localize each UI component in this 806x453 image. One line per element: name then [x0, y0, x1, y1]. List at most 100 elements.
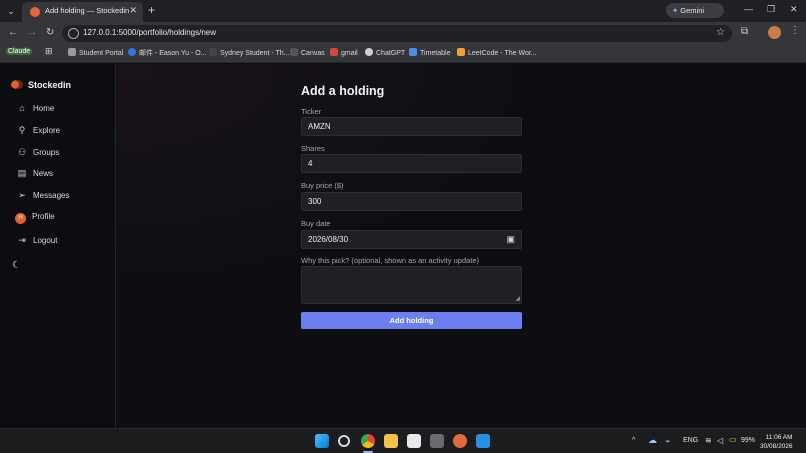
- avatar: H: [15, 213, 26, 224]
- tab-title: Add holding — Stockedin: [45, 6, 130, 15]
- bookmark-gmail[interactable]: gmail: [330, 48, 358, 57]
- browser-tab-active[interactable]: Add holding — Stockedin ✕: [22, 2, 143, 22]
- moon-icon[interactable]: ☾: [12, 260, 21, 271]
- windows-start-icon[interactable]: [315, 434, 329, 448]
- resize-grip-icon[interactable]: ◢: [515, 295, 520, 302]
- bookmark-sydney-student[interactable]: Sydney Student - Th...: [209, 48, 290, 57]
- shares-label: Shares: [301, 144, 325, 153]
- file-explorer-icon[interactable]: [384, 434, 398, 448]
- sidebar-item-profile[interactable]: H Profile: [15, 212, 55, 226]
- sidebar-item-home[interactable]: ⌂ Home: [16, 103, 54, 117]
- users-icon: ⚇: [17, 147, 27, 157]
- add-holding-button[interactable]: Add holding: [301, 312, 522, 329]
- search-icon[interactable]: [338, 435, 350, 447]
- chevron-up-icon[interactable]: ^: [632, 437, 635, 444]
- gmail-icon: [330, 48, 338, 56]
- chrome-profile-avatar[interactable]: [768, 26, 781, 39]
- sidebar-item-label: Profile: [32, 212, 55, 221]
- close-window-icon[interactable]: ✕: [790, 4, 798, 15]
- new-tab-button[interactable]: +: [148, 3, 155, 17]
- calendar-icon[interactable]: ▣: [506, 234, 515, 245]
- timetable-icon: [409, 48, 417, 56]
- gemini-label: Gemini: [680, 6, 705, 15]
- bookmark-label: LeetCode - The Wor...: [468, 50, 537, 57]
- bookmark-claude[interactable]: Claude: [6, 48, 33, 55]
- browser-tab-strip: ⌄ Add holding — Stockedin ✕ + ✦ Gemini — …: [0, 0, 806, 22]
- url-text[interactable]: 127.0.0.1:5000/portfolio/holdings/new: [83, 28, 216, 37]
- buy-price-value: 300: [308, 197, 322, 206]
- restore-icon[interactable]: ❐: [767, 4, 775, 15]
- bookmark-chatgpt[interactable]: ChatGPT: [365, 48, 405, 57]
- buy-date-label: Buy date: [301, 219, 331, 228]
- reload-icon[interactable]: ↻: [46, 27, 54, 38]
- clock[interactable]: 11:06 AM 30/08/2026: [760, 433, 793, 451]
- bookmark-student-portal[interactable]: Student Portal: [68, 48, 123, 57]
- chatgpt-icon: [365, 48, 373, 56]
- site-info-icon[interactable]: [68, 28, 79, 39]
- back-icon[interactable]: ←: [8, 27, 18, 38]
- sidebar-item-logout[interactable]: ⇥ Logout: [16, 235, 57, 249]
- site-icon: [209, 48, 217, 56]
- bookmark-leetcode[interactable]: LeetCode - The Wor...: [457, 48, 537, 57]
- clock-time: 11:06 AM: [765, 434, 793, 441]
- sidebar-item-groups[interactable]: ⚇ Groups: [16, 147, 59, 161]
- sidebar-item-news[interactable]: ▤ News: [16, 168, 53, 182]
- outlook-icon: [128, 48, 136, 56]
- sidebar-item-label: News: [33, 169, 54, 178]
- apps-grid-icon[interactable]: ⊞: [45, 46, 53, 57]
- security-icon[interactable]: ◒: [665, 435, 670, 445]
- clock-date: 30/08/2026: [760, 443, 793, 450]
- ticker-value: AMZN: [308, 122, 331, 131]
- wifi-icon[interactable]: ≋: [705, 436, 712, 445]
- app-icon[interactable]: [430, 434, 444, 448]
- tab-search-chevron-icon[interactable]: ⌄: [4, 4, 18, 18]
- minimize-icon[interactable]: —: [744, 4, 753, 14]
- ticker-input[interactable]: AMZN: [301, 117, 522, 136]
- leetcode-icon: [457, 48, 465, 56]
- sidebar-item-explore[interactable]: ⚲ Explore: [16, 125, 60, 139]
- ticker-label: Ticker: [301, 107, 322, 116]
- volume-icon[interactable]: ◁: [717, 436, 723, 445]
- cloud-icon[interactable]: ☁: [648, 435, 657, 446]
- gemini-spark-icon: ✦: [672, 6, 679, 15]
- gemini-button[interactable]: ✦ Gemini: [666, 3, 724, 18]
- bookmark-label: Canvas: [301, 50, 325, 57]
- tab-close-icon[interactable]: ✕: [129, 5, 137, 16]
- bookmark-label: ChatGPT: [376, 50, 406, 57]
- brand[interactable]: Stockedin: [11, 75, 71, 93]
- sidebar-item-messages[interactable]: ➢ Messages: [16, 190, 69, 204]
- battery-percent: 99%: [741, 437, 756, 444]
- bookmark-label: Timetable: [420, 50, 451, 57]
- bookmark-star-icon[interactable]: ☆: [716, 27, 725, 38]
- sidebar-item-label: Messages: [33, 191, 70, 200]
- chrome-menu-icon[interactable]: ⋮: [790, 25, 800, 36]
- address-bar[interactable]: 127.0.0.1:5000/portfolio/holdings/new ☆: [62, 25, 732, 42]
- claude-app-icon[interactable]: [453, 434, 467, 448]
- vscode-icon[interactable]: [476, 434, 490, 448]
- chrome-icon[interactable]: [361, 434, 375, 448]
- bookmark-canvas[interactable]: Canvas: [290, 48, 325, 57]
- reason-label: Why this pick? (optional, shown as an ac…: [301, 256, 480, 265]
- extensions-icon[interactable]: ⧉: [741, 26, 748, 37]
- store-icon[interactable]: [407, 434, 421, 448]
- battery-icon[interactable]: ▭: [729, 435, 737, 444]
- shares-value: 4: [308, 159, 313, 168]
- shares-input[interactable]: 4: [301, 154, 522, 173]
- bookmark-mail[interactable]: 邮件 - Eason Yu - O...: [128, 48, 207, 58]
- reason-textarea[interactable]: ◢: [301, 266, 522, 304]
- buy-date-input[interactable]: 2026/08/30 ▣: [301, 230, 522, 249]
- shield-icon: [68, 48, 76, 56]
- tab-favicon-icon: [30, 7, 40, 17]
- buy-price-input[interactable]: 300: [301, 192, 522, 211]
- canvas-icon: [290, 48, 298, 56]
- language-indicator[interactable]: ENG: [683, 437, 698, 444]
- bookmark-label: gmail: [341, 50, 358, 57]
- forward-icon[interactable]: →: [27, 27, 37, 38]
- sidebar-item-label: Logout: [33, 236, 58, 245]
- logo-icon: [11, 80, 23, 89]
- sidebar-item-label: Explore: [33, 126, 61, 135]
- browser-toolbar: ← → ↻ 127.0.0.1:5000/portfolio/holdings/…: [0, 22, 806, 44]
- page-title: Add a holding: [301, 84, 385, 98]
- bookmark-timetable[interactable]: Timetable: [409, 48, 450, 57]
- buy-date-value: 2026/08/30: [308, 235, 349, 244]
